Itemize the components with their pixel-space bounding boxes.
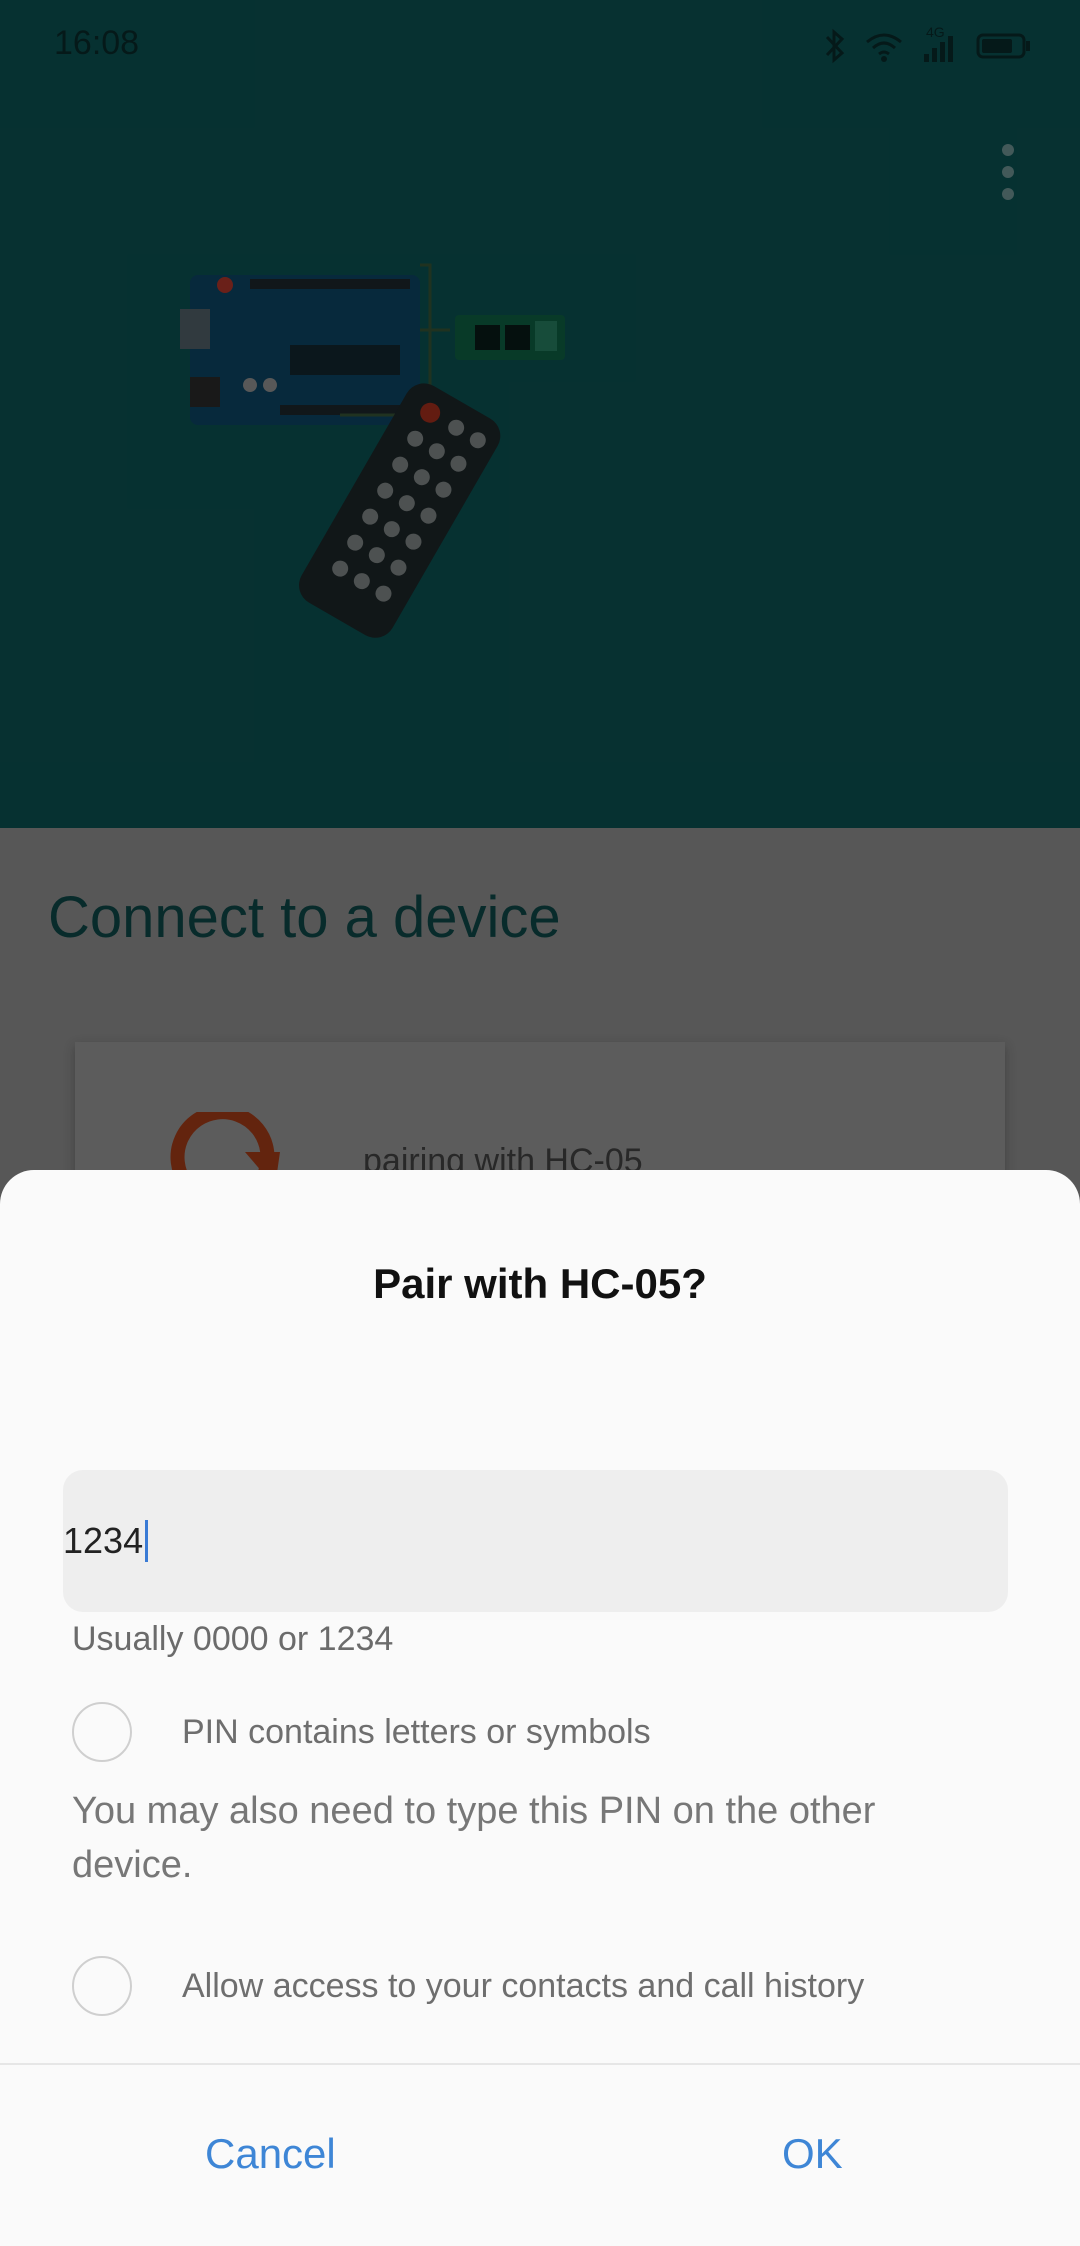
pin-letters-label: PIN contains letters or symbols — [182, 1712, 651, 1751]
pin-helper-text: Usually 0000 or 1234 — [72, 1620, 394, 1658]
ok-button[interactable]: OK — [782, 2130, 843, 2178]
pin-input[interactable]: 1234 — [63, 1470, 1008, 1612]
dialog-divider — [0, 2063, 1080, 2065]
pair-dialog: Pair with HC-05? 1234 Usually 0000 or 12… — [0, 1170, 1080, 2246]
pin-letters-option[interactable]: PIN contains letters or symbols — [72, 1702, 651, 1762]
contacts-access-checkbox[interactable] — [72, 1956, 132, 2016]
contacts-access-option[interactable]: Allow access to your contacts and call h… — [72, 1956, 864, 2016]
pin-info-text: You may also need to type this PIN on th… — [72, 1790, 876, 1886]
cancel-button[interactable]: Cancel — [205, 2130, 336, 2178]
dialog-title: Pair with HC-05? — [373, 1260, 707, 1307]
text-caret — [145, 1520, 149, 1562]
pin-value: 1234 — [63, 1520, 144, 1561]
pin-letters-checkbox[interactable] — [72, 1702, 132, 1762]
contacts-access-label: Allow access to your contacts and call h… — [182, 1966, 865, 2005]
